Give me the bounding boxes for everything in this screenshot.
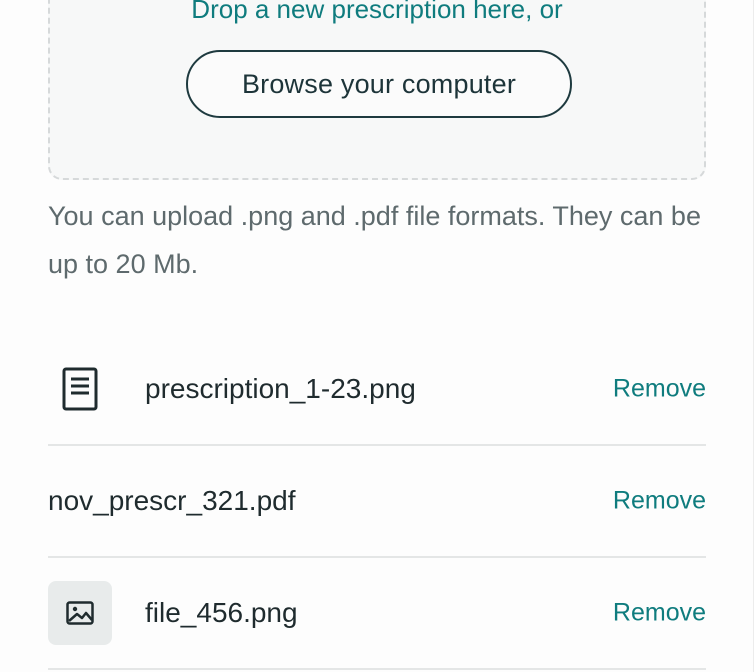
browse-computer-button[interactable]: Browse your computer: [186, 50, 572, 118]
file-row: prescription_1-23.png Remove: [48, 334, 706, 446]
upload-help-text: You can upload .png and .pdf file format…: [48, 201, 701, 279]
document-icon: [62, 367, 98, 411]
file-name: file_456.png: [145, 597, 298, 628]
upload-panel: Drop a new prescription here, or Browse …: [0, 0, 754, 672]
uploaded-file-list: prescription_1-23.png Remove nov_prescr_…: [48, 334, 706, 670]
file-row: file_456.png Remove: [48, 558, 706, 670]
remove-file-button[interactable]: Remove: [613, 487, 706, 516]
image-thumbnail: [48, 581, 112, 645]
image-icon: [66, 601, 94, 625]
remove-file-button[interactable]: Remove: [613, 599, 706, 628]
file-name: nov_prescr_321.pdf: [48, 485, 296, 516]
remove-file-button[interactable]: Remove: [613, 375, 706, 404]
file-dropzone[interactable]: Drop a new prescription here, or Browse …: [48, 0, 706, 180]
file-name: prescription_1-23.png: [145, 373, 416, 404]
dropzone-prompt: Drop a new prescription here, or: [191, 0, 563, 24]
file-row: nov_prescr_321.pdf Remove: [48, 446, 706, 558]
